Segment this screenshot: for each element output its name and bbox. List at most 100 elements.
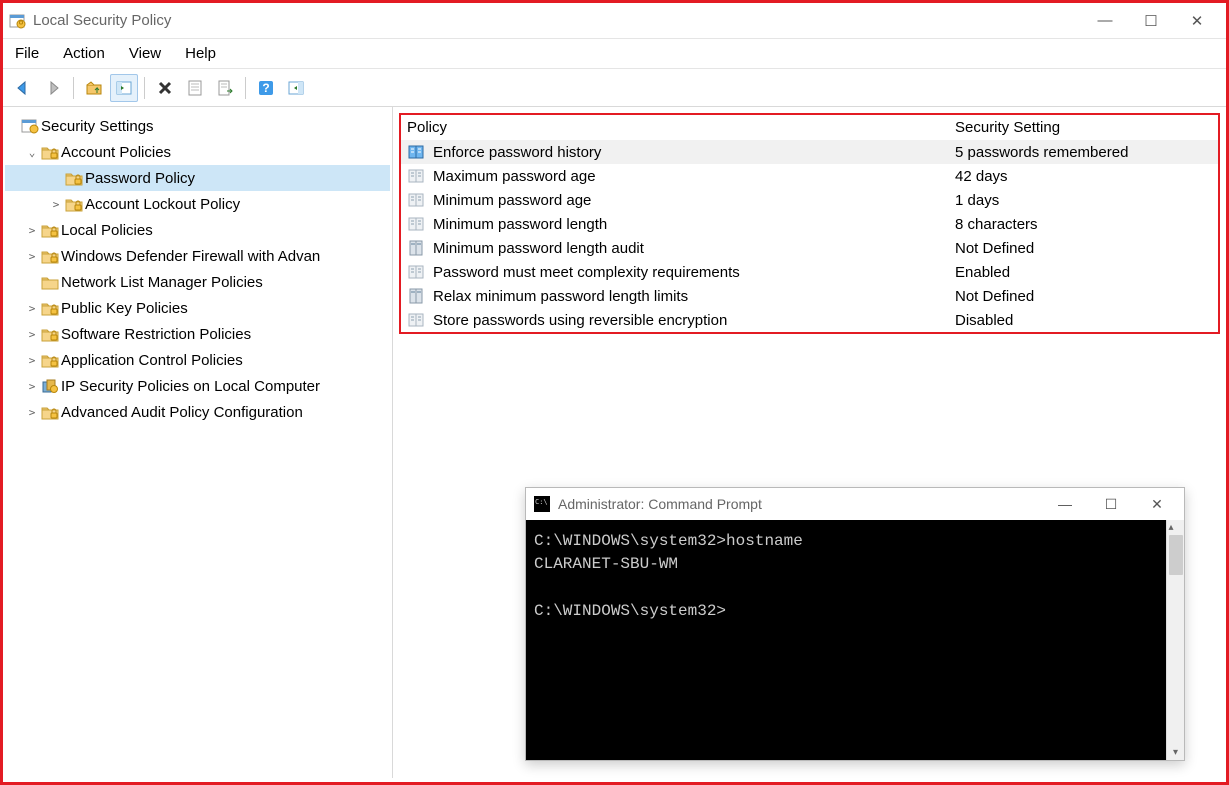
- policy-icon: [407, 263, 427, 281]
- policy-value: 8 characters: [955, 216, 1212, 233]
- policy-row[interactable]: Password must meet complexity requiremen…: [401, 260, 1218, 284]
- policy-row[interactable]: Store passwords using reversible encrypt…: [401, 308, 1218, 332]
- policy-name: Password must meet complexity requiremen…: [433, 264, 955, 281]
- folder-icon: [41, 326, 59, 342]
- properties-button[interactable]: [181, 74, 209, 102]
- tree-item[interactable]: > Advanced Audit Policy Configuration: [5, 399, 390, 425]
- up-one-level-button[interactable]: [80, 74, 108, 102]
- back-button[interactable]: [9, 74, 37, 102]
- tree-item-label: Public Key Policies: [61, 300, 188, 317]
- folder-icon: [65, 170, 83, 186]
- toolbar: ?: [3, 69, 1226, 107]
- menu-help[interactable]: Help: [185, 45, 216, 62]
- tree-item[interactable]: Password Policy: [5, 165, 390, 191]
- policy-row[interactable]: Maximum password age42 days: [401, 164, 1218, 188]
- tree-item-label: Account Policies: [61, 144, 171, 161]
- tree-expander-icon[interactable]: >: [25, 354, 39, 367]
- tree-expander-icon[interactable]: ⌄: [25, 146, 39, 159]
- menu-view[interactable]: View: [129, 45, 161, 62]
- cmd-close-button[interactable]: ✕: [1134, 489, 1180, 519]
- tree-root[interactable]: Security Settings: [5, 113, 390, 139]
- policy-value: 5 passwords remembered: [955, 144, 1212, 161]
- close-button[interactable]: ✕: [1174, 6, 1220, 36]
- policy-row[interactable]: Minimum password length8 characters: [401, 212, 1218, 236]
- tree-item-label: IP Security Policies on Local Computer: [61, 378, 320, 395]
- cmd-window[interactable]: Administrator: Command Prompt — ☐ ✕ C:\W…: [525, 487, 1185, 761]
- policy-icon: [407, 311, 427, 329]
- tree-item[interactable]: Network List Manager Policies: [5, 269, 390, 295]
- cmd-scrollbar[interactable]: ▴ ▾: [1166, 520, 1184, 760]
- policy-icon: [407, 287, 427, 305]
- policy-name: Minimum password length: [433, 216, 955, 233]
- scroll-down-icon[interactable]: ▾: [1173, 747, 1178, 758]
- folder-icon: [41, 144, 59, 160]
- tree-expander-icon[interactable]: >: [25, 302, 39, 315]
- policy-header[interactable]: Policy Security Setting: [401, 115, 1218, 140]
- tree-item[interactable]: > Windows Defender Firewall with Advan: [5, 243, 390, 269]
- scroll-up-icon[interactable]: ▴: [1169, 522, 1183, 533]
- scroll-thumb[interactable]: [1169, 535, 1183, 575]
- security-settings-icon: [21, 118, 39, 134]
- show-hide-action-pane-button[interactable]: [282, 74, 310, 102]
- policy-name: Minimum password age: [433, 192, 955, 209]
- tree-item-label: Software Restriction Policies: [61, 326, 251, 343]
- cmd-titlebar[interactable]: Administrator: Command Prompt — ☐ ✕: [526, 488, 1184, 520]
- tree-item[interactable]: > Software Restriction Policies: [5, 321, 390, 347]
- policy-name: Store passwords using reversible encrypt…: [433, 312, 955, 329]
- tree-item-label: Local Policies: [61, 222, 153, 239]
- policy-row[interactable]: Enforce password history5 passwords reme…: [401, 140, 1218, 164]
- tree-root-label: Security Settings: [41, 118, 154, 135]
- tree-expander-icon[interactable]: >: [25, 250, 39, 263]
- policy-name: Minimum password length audit: [433, 240, 955, 257]
- folder-icon: [41, 300, 59, 316]
- policy-row[interactable]: Minimum password age1 days: [401, 188, 1218, 212]
- svg-text:?: ?: [262, 81, 269, 95]
- cmd-output[interactable]: C:\WINDOWS\system32>hostname CLARANET-SB…: [526, 520, 1166, 760]
- toolbar-separator: [245, 77, 246, 99]
- minimize-button[interactable]: —: [1082, 6, 1128, 36]
- col-setting[interactable]: Security Setting: [955, 119, 1212, 136]
- export-list-button[interactable]: [211, 74, 239, 102]
- tree-item[interactable]: ⌄ Account Policies: [5, 139, 390, 165]
- folder-icon: [41, 404, 59, 420]
- window-title: Local Security Policy: [33, 12, 171, 29]
- maximize-button[interactable]: ☐: [1128, 6, 1174, 36]
- cmd-maximize-button[interactable]: ☐: [1088, 489, 1134, 519]
- tree-item-label: Windows Defender Firewall with Advan: [61, 248, 320, 265]
- tree-expander-icon[interactable]: >: [25, 224, 39, 237]
- menu-action[interactable]: Action: [63, 45, 105, 62]
- delete-button[interactable]: [151, 74, 179, 102]
- policy-value: Not Defined: [955, 288, 1212, 305]
- policy-name: Maximum password age: [433, 168, 955, 185]
- tree-item-label: Application Control Policies: [61, 352, 243, 369]
- tree-item[interactable]: > Local Policies: [5, 217, 390, 243]
- policy-value: Disabled: [955, 312, 1212, 329]
- policy-icon: [407, 143, 427, 161]
- policy-icon: [407, 215, 427, 233]
- menu-file[interactable]: File: [15, 45, 39, 62]
- tree-item[interactable]: > Application Control Policies: [5, 347, 390, 373]
- tree-expander-icon[interactable]: >: [25, 380, 39, 393]
- policy-row[interactable]: Minimum password length auditNot Defined: [401, 236, 1218, 260]
- tree-item[interactable]: > Public Key Policies: [5, 295, 390, 321]
- ipsec-icon: [41, 378, 59, 394]
- menubar: File Action View Help: [3, 39, 1226, 69]
- cmd-minimize-button[interactable]: —: [1042, 489, 1088, 519]
- tree-expander-icon[interactable]: >: [25, 406, 39, 419]
- tree-item[interactable]: > Account Lockout Policy: [5, 191, 390, 217]
- help-button[interactable]: ?: [252, 74, 280, 102]
- tree-expander-icon[interactable]: >: [49, 198, 63, 211]
- col-policy[interactable]: Policy: [407, 119, 955, 136]
- policy-value: Not Defined: [955, 240, 1212, 257]
- cmd-icon: [534, 496, 550, 512]
- tree-expander-icon[interactable]: >: [25, 328, 39, 341]
- app-icon: [9, 12, 27, 30]
- forward-button[interactable]: [39, 74, 67, 102]
- policy-icon: [407, 167, 427, 185]
- tree-item[interactable]: > IP Security Policies on Local Computer: [5, 373, 390, 399]
- folder-icon: [41, 222, 59, 238]
- show-hide-console-tree-button[interactable]: [110, 74, 138, 102]
- tree-item-label: Account Lockout Policy: [85, 196, 240, 213]
- tree-item-label: Advanced Audit Policy Configuration: [61, 404, 303, 421]
- policy-row[interactable]: Relax minimum password length limitsNot …: [401, 284, 1218, 308]
